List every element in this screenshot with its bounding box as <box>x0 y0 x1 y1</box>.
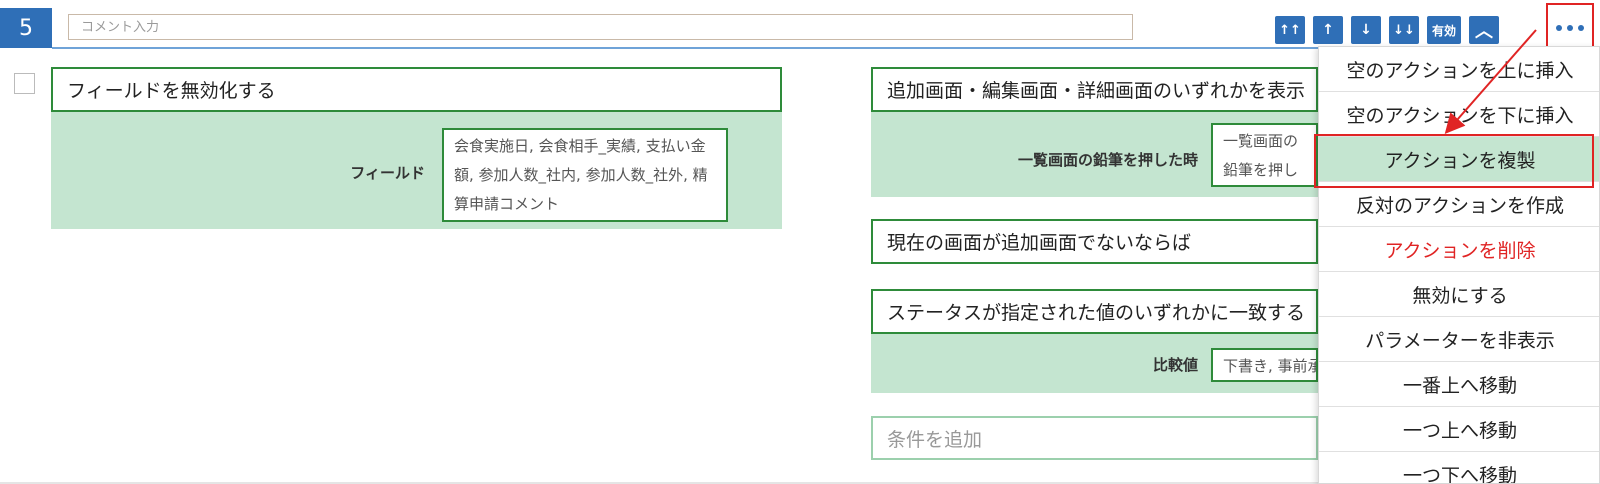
menu-delete-action[interactable]: アクションを削除 <box>1319 227 1599 272</box>
double-arrow-up-icon: ↑↑ <box>1279 22 1301 38</box>
more-dot-icon <box>1578 25 1584 31</box>
condition-param-label: 比較値 <box>1152 356 1198 374</box>
param-value-field[interactable]: 会食実施日, 会食相手_実績, 支払い金額, 参加人数_社内, 参加人数_社外,… <box>442 128 728 222</box>
condition-param-label: 一覧画面の鉛筆を押した時 <box>1017 151 1198 169</box>
enabled-toggle-button[interactable]: 有効 <box>1427 16 1461 44</box>
arrow-down-icon: ↓ <box>1360 22 1372 38</box>
more-dot-icon <box>1556 25 1562 31</box>
double-arrow-down-icon: ↓↓ <box>1393 22 1415 38</box>
action-options-menu: 空のアクションを上に挿入 空のアクションを下に挿入 アクションを複製 反対のアク… <box>1318 46 1600 484</box>
move-bottom-button[interactable]: ↓↓ <box>1389 16 1419 44</box>
move-top-button[interactable]: ↑↑ <box>1275 16 1305 44</box>
menu-create-opposite[interactable]: 反対のアクションを作成 <box>1319 182 1599 227</box>
param-label-field: フィールド <box>350 164 425 182</box>
condition-title[interactable]: ステータスが指定された値のいずれかに一致する <box>871 289 1318 334</box>
collapse-button[interactable]: ︿ <box>1469 16 1499 44</box>
menu-move-down[interactable]: 一つ下へ移動 <box>1319 452 1599 484</box>
condition-param-value[interactable]: 一覧画面の鉛筆を押した時 ない <box>1211 123 1318 187</box>
move-down-button[interactable]: ↓ <box>1351 16 1381 44</box>
comment-input[interactable] <box>68 14 1133 40</box>
chevron-up-icon: ︿ <box>1475 21 1493 42</box>
condition-title[interactable]: 現在の画面が追加画面でないならば <box>871 219 1318 264</box>
arrow-up-icon: ↑ <box>1322 22 1334 38</box>
action-checkbox[interactable] <box>14 73 35 94</box>
menu-disable[interactable]: 無効にする <box>1319 272 1599 317</box>
add-condition-input[interactable]: 条件を追加 <box>871 416 1318 460</box>
menu-insert-below[interactable]: 空のアクションを下に挿入 <box>1319 92 1599 137</box>
condition-param-value[interactable]: 下書き, 事前承認 <box>1211 348 1318 382</box>
more-dot-icon <box>1567 25 1573 31</box>
condition-title[interactable]: 追加画面・編集画面・詳細画面のいずれかを表示 <box>871 67 1318 112</box>
menu-hide-parameters[interactable]: パラメーターを非表示 <box>1319 317 1599 362</box>
action-title[interactable]: フィールドを無効化する <box>51 67 782 112</box>
menu-move-up[interactable]: 一つ上へ移動 <box>1319 407 1599 452</box>
row-number: 5 <box>0 8 52 48</box>
menu-insert-above[interactable]: 空のアクションを上に挿入 <box>1319 47 1599 92</box>
menu-move-top[interactable]: 一番上へ移動 <box>1319 362 1599 407</box>
move-up-button[interactable]: ↑ <box>1313 16 1343 44</box>
annotation-highlight-box <box>1314 134 1594 188</box>
